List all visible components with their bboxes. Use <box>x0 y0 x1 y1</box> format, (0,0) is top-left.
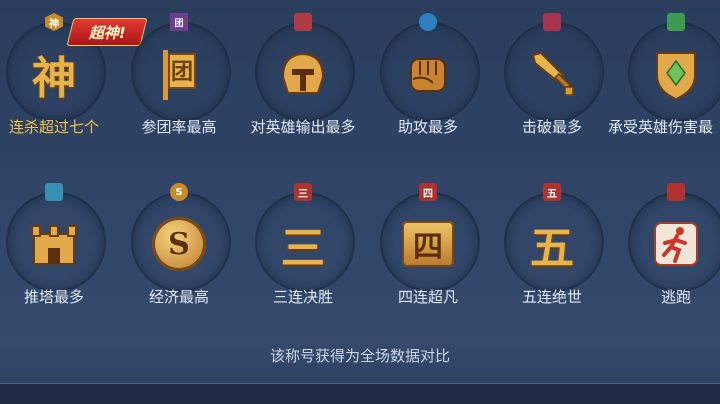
running-man-icon <box>646 214 706 274</box>
badge-label: 连杀超过七个 <box>8 118 99 136</box>
quadra-mini-icon: 四 <box>419 183 437 201</box>
badge-most-towers[interactable]: 推塔最多 <box>0 180 116 330</box>
fist-icon <box>398 44 458 104</box>
sword-mini-icon <box>543 13 561 31</box>
shield-mini-icon <box>667 13 685 31</box>
quadra-kill-icon: 四 <box>398 214 458 274</box>
tower-mini-icon <box>45 183 63 201</box>
helmet-icon <box>273 44 333 104</box>
badge-escape[interactable]: 逃跑 <box>614 180 720 330</box>
badge-row-1: 神 神 连杀超过七个 超神! 团 团 参团率最高 对英雄输出最多 助攻最多 击破… <box>0 10 720 160</box>
footnote-text: 该称号获得为全场数据对比 <box>269 347 450 365</box>
badge-damage-taken[interactable]: 承受英雄伤害最 <box>608 10 720 160</box>
penta-mini-icon: 五 <box>543 183 561 201</box>
badge-label: 对英雄输出最多 <box>250 118 356 136</box>
badge-most-destroyed[interactable]: 击破最多 <box>490 10 614 160</box>
team-mini-icon: 团 <box>170 13 188 31</box>
badge-label: 三连决胜 <box>272 288 333 306</box>
badge-triple-kill[interactable]: 三 三 三连决胜 <box>241 180 365 330</box>
badge-penta-kill[interactable]: 五 五 五连绝世 <box>490 180 614 330</box>
penta-kill-icon: 五 <box>530 223 574 274</box>
badge-most-assists[interactable]: 助攻最多 <box>366 10 490 160</box>
badge-label: 五连绝世 <box>521 288 582 306</box>
badge-damage-dealt[interactable]: 对英雄输出最多 <box>241 10 365 160</box>
badge-highest-economy[interactable]: S S 经济最高 <box>117 180 241 330</box>
coin-mini-icon: S <box>170 183 188 201</box>
shen-character-icon: 神 <box>32 53 76 104</box>
badge-label: 击破最多 <box>521 118 582 136</box>
badge-quadra-kill[interactable]: 四 四 四连超凡 <box>366 180 490 330</box>
svg-text:团: 团 <box>171 59 193 85</box>
helmet-mini-icon <box>294 13 312 31</box>
badge-label: 助攻最多 <box>397 118 458 136</box>
badge-label: 承受英雄伤害最 <box>608 118 714 136</box>
badge-label: 经济最高 <box>148 288 209 306</box>
run-mini-icon <box>667 183 685 201</box>
team-banner-icon: 团 <box>149 44 209 104</box>
tower-icon <box>24 214 84 274</box>
badge-team-participation[interactable]: 团 团 参团率最高 <box>117 10 241 160</box>
assist-mini-icon <box>419 13 437 31</box>
coin-disc: S <box>152 217 206 271</box>
badge-label: 四连超凡 <box>397 288 458 306</box>
sword-icon <box>522 44 582 104</box>
shield-icon <box>646 44 706 104</box>
gold-coin-icon: S <box>149 214 209 274</box>
badge-row-2: 推塔最多 S S 经济最高 三 三 三连决胜 四 四 四连超凡 五 五 五连绝世… <box>0 180 720 330</box>
quadra-plate: 四 <box>402 221 454 267</box>
triple-mini-icon: 三 <box>294 183 312 201</box>
badge-label: 参团率最高 <box>141 118 217 136</box>
bottom-bar <box>0 383 720 404</box>
badge-label: 推塔最多 <box>23 288 84 306</box>
triple-kill-icon: 三 <box>281 223 325 274</box>
badge-label: 逃跑 <box>660 288 691 306</box>
